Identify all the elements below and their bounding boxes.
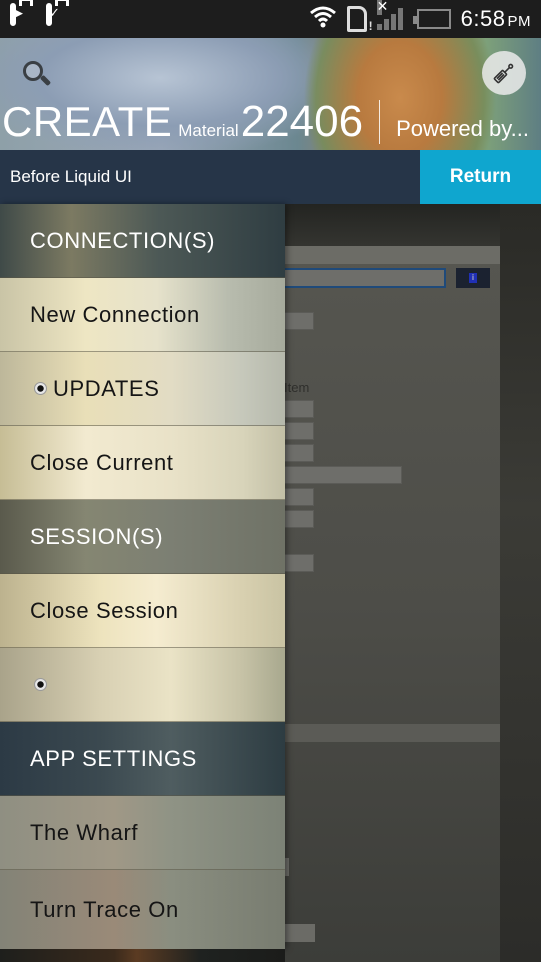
menu-item-new-connection[interactable]: New Connection <box>0 278 285 352</box>
radio-selected-icon <box>34 382 47 395</box>
wifi-icon <box>309 4 337 34</box>
menu-item-turn-trace-on[interactable]: Turn Trace On <box>0 870 285 949</box>
menu-item-label: UPDATES <box>53 375 160 401</box>
app-header: CREATE Material 22406 Powered by... <box>0 38 541 150</box>
drawer-section-sessions: SESSION(S) <box>0 500 285 574</box>
background-right-edge <box>500 204 541 962</box>
title-divider <box>379 100 381 144</box>
status-bar: ▶ ✓ ✕ 6:58PM <box>0 0 541 38</box>
menu-item-session-radio[interactable] <box>0 648 285 722</box>
menu-item-the-wharf[interactable]: The Wharf <box>0 796 285 870</box>
menu-item-updates[interactable]: UPDATES <box>0 352 285 426</box>
menu-item-label: Close Current <box>30 449 174 475</box>
menu-item-close-session[interactable]: Close Session <box>0 574 285 648</box>
briefcase-play-icon: ▶ <box>10 3 36 32</box>
clock-ampm: PM <box>507 13 531 30</box>
clock-time: 6:58 <box>460 6 506 31</box>
background-input-stub <box>285 858 289 876</box>
system-icons: ✕ 6:58PM <box>309 0 531 34</box>
powered-by-label: Powered by... <box>396 116 529 141</box>
menu-item-close-current[interactable]: Close Current <box>0 426 285 500</box>
info-button[interactable]: i <box>456 268 490 288</box>
search-icon-handle <box>39 74 52 87</box>
section-label: APP SETTINGS <box>30 745 197 771</box>
screen-title: Before Liquid UI <box>10 167 132 186</box>
page-title: CREATE <box>2 98 173 145</box>
briefcase-check-icon: ✓ <box>46 3 72 32</box>
drawer-section-connections: CONNECTION(S) <box>0 204 285 278</box>
menu-item-label: The Wharf <box>30 819 139 845</box>
title-row: CREATE Material 22406 Powered by... <box>2 98 529 146</box>
menu-item-label: New Connection <box>30 301 200 327</box>
screen-title-bar: Before Liquid UI Return <box>0 150 541 204</box>
menu-item-label: Turn Trace On <box>30 896 179 922</box>
menu-item-label: Close Session <box>30 597 179 623</box>
return-button[interactable]: Return <box>420 150 541 204</box>
section-label: SESSION(S) <box>30 523 164 549</box>
background-input-stub <box>285 924 315 942</box>
clock: 6:58 PM <box>461 6 531 32</box>
info-icon: i <box>469 273 477 283</box>
tools-icon <box>493 63 514 84</box>
signal-no-service-icon: ✕ <box>376 0 407 30</box>
tools-button[interactable] <box>482 51 526 95</box>
drawer-section-app-settings: APP SETTINGS <box>0 722 285 796</box>
section-label: CONNECTION(S) <box>30 227 216 253</box>
page-subtitle: Material <box>178 121 239 140</box>
sim-alert-icon <box>346 6 373 33</box>
background-label-item: Item <box>284 380 310 395</box>
battery-full-icon <box>412 9 451 29</box>
radio-selected-icon <box>34 678 47 691</box>
navigation-drawer: CONNECTION(S) New Connection UPDATES Clo… <box>0 204 285 949</box>
search-button[interactable] <box>20 58 54 92</box>
transaction-code: 22406 <box>240 97 364 146</box>
notification-icons: ▶ ✓ <box>10 3 72 32</box>
background-input-wide[interactable] <box>270 466 402 484</box>
drawer-bottom-edge <box>0 949 285 962</box>
background-input-material[interactable] <box>270 268 446 288</box>
